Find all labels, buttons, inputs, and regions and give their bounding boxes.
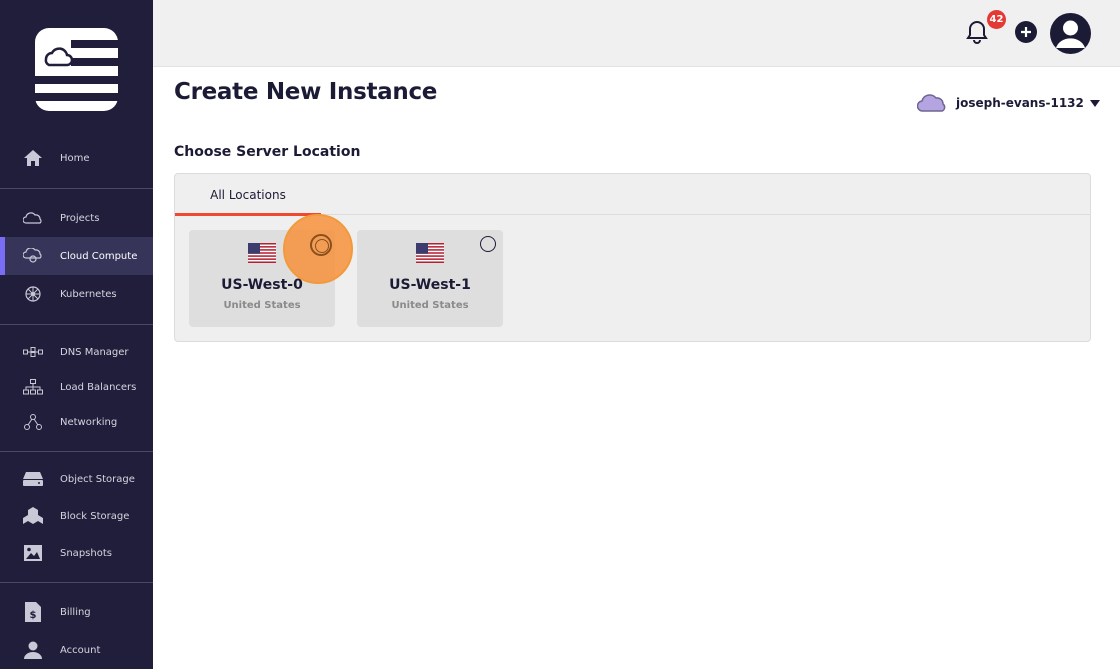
sidebar-item-label: Snapshots: [60, 547, 112, 559]
sidebar-item-label: Object Storage: [60, 473, 135, 485]
sidebar-item-label: Home: [60, 152, 90, 164]
account-name: joseph-evans-1132: [956, 96, 1084, 110]
us-flag-icon: [416, 243, 444, 263]
us-flag-icon: [248, 243, 276, 263]
cloud-icon: [23, 208, 43, 228]
sidebar-item-networking[interactable]: Networking: [0, 403, 153, 441]
sidebar-divider: [0, 451, 153, 452]
sidebar-item-object-storage[interactable]: Object Storage: [0, 460, 153, 498]
sidebar-divider: [0, 188, 153, 189]
block-storage-icon: [23, 506, 43, 526]
object-storage-icon: [23, 469, 43, 489]
location-card-us-west-1[interactable]: US-West-1 United States: [357, 230, 503, 327]
sidebar-item-projects[interactable]: Projects: [0, 199, 153, 237]
cloud-compute-icon: [23, 246, 43, 266]
kubernetes-icon: [23, 284, 43, 304]
sidebar-divider: [0, 324, 153, 325]
location-radio-button[interactable]: [480, 236, 496, 252]
add-button[interactable]: [1015, 21, 1037, 43]
sidebar-item-label: Kubernetes: [60, 288, 117, 300]
avatar[interactable]: [1050, 13, 1091, 54]
image-icon: [23, 543, 43, 563]
svg-text:$: $: [30, 610, 37, 621]
home-icon: [23, 148, 43, 168]
sidebar-item-account[interactable]: Account: [0, 631, 153, 669]
sidebar-item-label: Block Storage: [60, 510, 130, 522]
bell-icon[interactable]: [966, 20, 988, 44]
user-icon: [23, 640, 43, 660]
location-name: US-West-1: [389, 277, 471, 293]
click-highlight: [283, 214, 353, 284]
sidebar-item-label: DNS Manager: [60, 346, 129, 358]
billing-icon: $: [23, 602, 43, 622]
sidebar-item-dns-manager[interactable]: DNS Manager: [0, 333, 153, 371]
sidebar-item-load-balancers[interactable]: Load Balancers: [0, 368, 153, 406]
cloud-icon: [916, 93, 947, 113]
sidebar-item-label: Networking: [60, 416, 118, 428]
sidebar-item-kubernetes[interactable]: Kubernetes: [0, 275, 153, 313]
section-title: Choose Server Location: [174, 144, 361, 160]
location-radio-button[interactable]: [310, 234, 332, 256]
chevron-down-icon: [1089, 99, 1100, 107]
page-title: Create New Instance: [174, 79, 438, 105]
sidebar-divider: [0, 582, 153, 583]
sidebar-item-cloud-compute[interactable]: Cloud Compute: [0, 237, 153, 275]
user-avatar-icon: [1056, 20, 1085, 48]
sidebar-item-label: Account: [60, 644, 101, 656]
sidebar-item-home[interactable]: Home: [0, 139, 153, 177]
tab-all-locations[interactable]: All Locations: [175, 174, 321, 216]
load-balancer-icon: [23, 377, 43, 397]
sidebar-item-label: Projects: [60, 212, 100, 224]
sidebar-item-label: Load Balancers: [60, 381, 137, 393]
sidebar-item-label: Cloud Compute: [60, 250, 138, 262]
sidebar-item-billing[interactable]: $ Billing: [0, 593, 153, 631]
location-country: United States: [391, 300, 469, 311]
app-logo[interactable]: [35, 28, 118, 111]
account-selector[interactable]: joseph-evans-1132: [916, 92, 1100, 114]
network-icon: [23, 412, 43, 432]
notification-badge: 42: [987, 10, 1006, 29]
plus-icon: [1021, 27, 1031, 37]
dns-icon: [23, 342, 43, 362]
location-country: United States: [223, 300, 301, 311]
sidebar-item-block-storage[interactable]: Block Storage: [0, 497, 153, 535]
sidebar-item-label: Billing: [60, 606, 91, 618]
location-tabs: All Locations: [175, 174, 1090, 216]
sidebar: Home Projects Cloud Compute Kubernetes D…: [0, 0, 153, 669]
sidebar-item-snapshots[interactable]: Snapshots: [0, 534, 153, 572]
